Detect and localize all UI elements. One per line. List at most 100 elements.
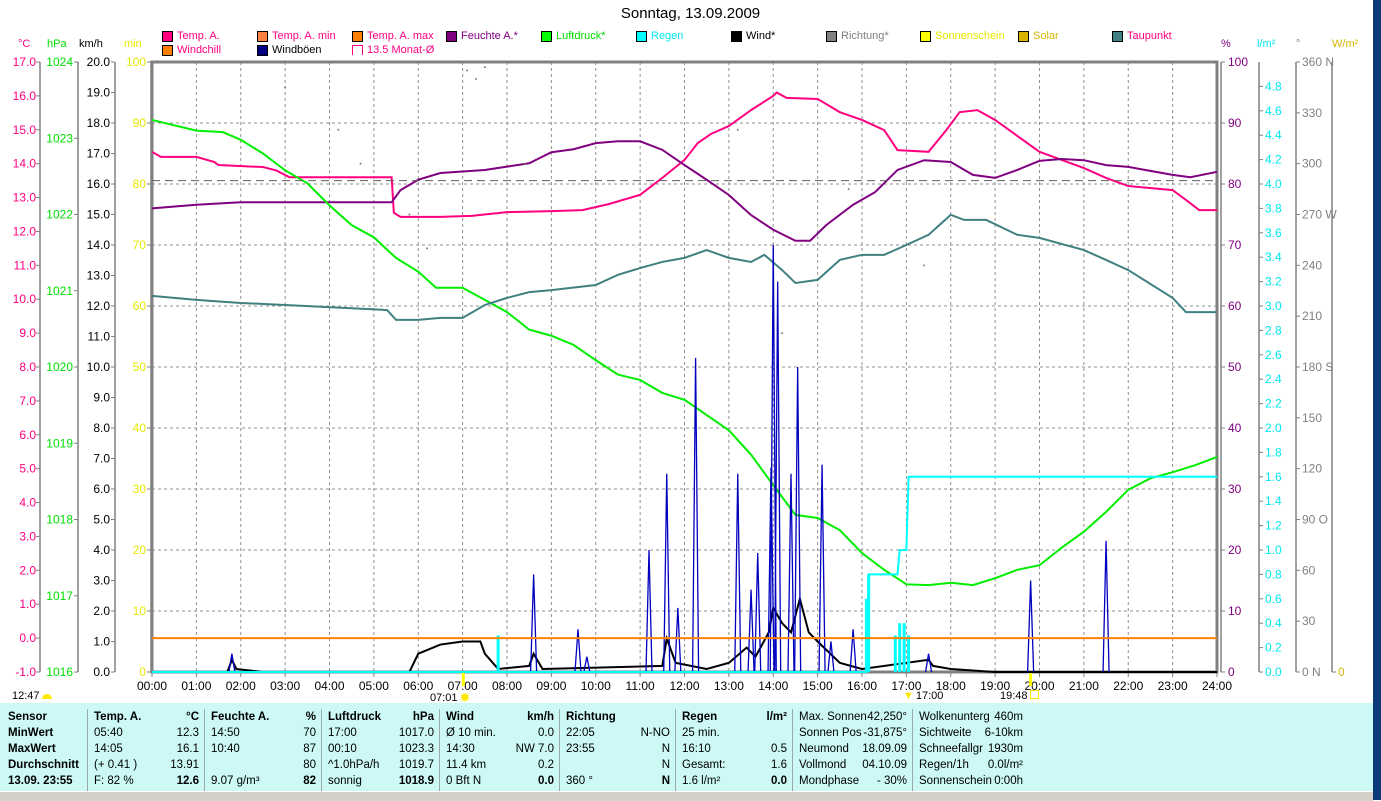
legend-item: Windböen [257,44,322,56]
stat-value: 1019.7 [398,759,434,771]
legend-swatch [257,30,268,42]
tick-label-deg: 150 [1302,411,1322,425]
stats-row-label: MaxWert [2,741,87,757]
legend-swatch [1018,30,1029,42]
tick-label-kmh: 1.0 [93,635,110,649]
stat-label: Feuchte A. [211,711,270,723]
legend-swatch [352,45,363,55]
stat-value: 0:00h [994,775,1023,787]
stat-value: 6-10km [984,727,1023,739]
legend-swatch [1112,30,1123,42]
rain-bar [898,623,902,672]
tick-label-kmh: 18.0 [87,116,111,130]
axis-unit-wm2: W/m² [1332,38,1359,50]
tick-label-pct: 90 [1228,116,1242,130]
axis-unit-deg: ° [1296,38,1301,50]
tick-label-celsius: 14.0 [13,157,37,171]
axis-unit-kmh: km/h [79,38,103,50]
rain-bar [496,635,500,672]
legend-label: 13.5 Monat-Ø [367,44,435,56]
axis-unit-rain: l/m² [1257,38,1276,50]
marker-time: 17:00 [915,690,944,702]
stat-value: 0.0 [538,727,554,739]
tick-label-kmh: 14.0 [87,238,111,252]
tick-label-deg: 120 [1302,462,1322,476]
tick-label-pct: 30 [1228,482,1242,496]
stat-value: 1018.9 [398,775,434,787]
stats-header: Regen l/m² [676,709,792,725]
x-tick-label: 02:00 [226,679,256,693]
tick-label-celsius: 7.0 [19,394,36,408]
stat-value: N [661,743,670,755]
tick-label-rain: 4.8 [1265,79,1282,93]
gust-spike [787,473,795,673]
stat-value: 460m [994,711,1023,723]
tick-label-hpa: 1019 [46,436,73,450]
legend-item: Luftdruck* [541,30,606,42]
tick-label-rain: 4.0 [1265,177,1282,191]
marker-time: 12:47 [12,690,40,702]
marker-sunset: 19:48 [1000,690,1039,702]
tick-label-hpa: 1020 [46,360,73,374]
stat-label: Mondphase [799,775,860,787]
stat-value: 04.10.09 [862,759,907,771]
tick-label-rain: 2.8 [1265,323,1282,337]
tick-label-rain: 1.6 [1265,470,1282,484]
gust-spike [827,641,835,673]
direction-point [923,264,926,267]
stat-label: 23:55 [566,743,595,755]
stats-col-feuchte-a-: Feuchte A.% 14:50 70 10:40 87 80 9.07 g/m³ 82 [205,709,322,791]
tick-label-kmh: 4.0 [93,543,110,557]
stats-row: 05:40 12.3 [88,725,204,741]
stats-col-wind: Wind km/h Ø 10 min. 0.0 14:30 NW 7.0 11.4 km 0.… [440,709,560,791]
stat-label: 360 ° [566,775,593,787]
stat-value: 16.1 [176,743,199,755]
legend-label: Richtung* [841,30,889,42]
x-tick-label: 09:00 [536,679,566,693]
tick-label-deg: 240 [1302,258,1322,272]
tick-label-kmh: 10.0 [87,360,111,374]
stats-row: Neumond 18.09.09 [793,741,912,757]
stat-value: 1930m [987,743,1023,755]
direction-point [550,298,553,301]
tick-label-deg: 210 [1302,309,1322,323]
stat-label: 00:10 [328,743,357,755]
legend-item: Temp. A. [162,30,220,42]
legend-label: Temp. A. min [272,30,336,42]
stats-row-label: MinWert [2,725,87,741]
tick-label-min: 10 [133,604,147,618]
tick-label-rain: 3.0 [1265,299,1282,313]
x-tick-label: 24:00 [1202,679,1232,693]
stat-value: 1.6 [771,759,787,771]
stat-label: 1.6 l/m² [682,775,721,787]
tick-label-rain: 0.8 [1265,567,1282,581]
tick-label-deg: 360 N [1302,55,1334,69]
x-tick-label: 23:00 [1158,679,1188,693]
tick-label-rain: 1.2 [1265,519,1282,533]
stat-label: Durchschnitt [8,759,79,771]
tick-label-rain: 2.6 [1265,348,1282,362]
tick-label-min: 30 [133,482,147,496]
legend-swatch [257,44,268,56]
stat-value: 18.09.09 [862,743,907,755]
tick-label-hpa: 1017 [46,589,73,603]
legend-item: Feuchte A.* [446,30,518,42]
tick-label-pct: 10 [1228,604,1242,618]
stat-value: -31,875° [863,727,907,739]
gust-spike [574,629,582,673]
stat-label: Sichtweite [919,727,972,739]
stats-row: N [560,757,675,773]
legend-swatch [446,30,457,42]
stat-value: 12.6 [176,775,199,787]
tick-label-rain: 3.8 [1265,201,1282,215]
marker-time: 19:48 [1000,690,1028,702]
tick-label-deg: 0 N [1302,665,1321,679]
stats-row: Gesamt: 1.6 [676,757,792,773]
tick-label-celsius: 16.0 [13,89,37,103]
legend-item: Regen [636,30,683,42]
rain-bar [867,574,871,672]
tick-label-deg: 330 [1302,106,1322,120]
stats-col-temp-a-: Temp. A. °C 05:40 12.3 14:05 16.1 (+ 0.41 ) 13.… [88,709,205,791]
direction-point [474,77,477,80]
legend-item: Wind* [731,30,775,42]
